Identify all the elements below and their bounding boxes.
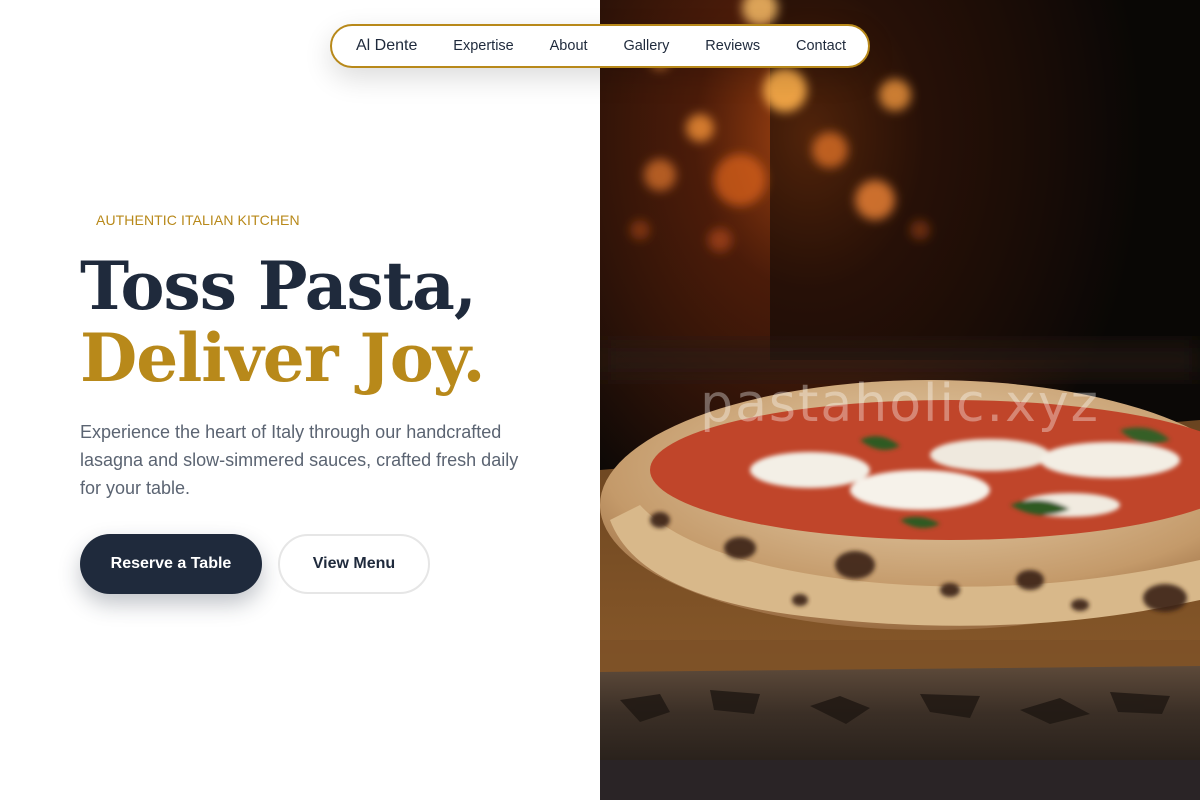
- hero-description: Experience the heart of Italy through ou…: [80, 422, 519, 498]
- nav-link-gallery[interactable]: Gallery: [623, 38, 669, 54]
- nav-link-about[interactable]: About: [550, 38, 588, 54]
- nav-link-reviews[interactable]: Reviews: [705, 38, 760, 54]
- nav-link-contact[interactable]: Contact: [796, 38, 846, 54]
- brand-logo[interactable]: Al Dente: [356, 37, 417, 55]
- hero-eyebrow: AUTHENTIC ITALIAN KITCHEN: [96, 212, 300, 228]
- headline-line-1: Toss Pasta,: [80, 247, 477, 325]
- view-menu-button[interactable]: View Menu: [278, 534, 430, 594]
- hero-image: pastaholic.xyz: [600, 0, 1200, 800]
- top-navigation: Al Dente Expertise About Gallery Reviews…: [330, 24, 870, 68]
- hero-headline: Toss Pasta, Deliver Joy.: [80, 247, 485, 397]
- reserve-table-button[interactable]: Reserve a Table: [80, 534, 262, 594]
- nav-link-expertise[interactable]: Expertise: [453, 38, 513, 54]
- headline-line-2: Deliver Joy.: [80, 319, 485, 397]
- watermark-text: pastaholic.xyz: [700, 374, 1100, 434]
